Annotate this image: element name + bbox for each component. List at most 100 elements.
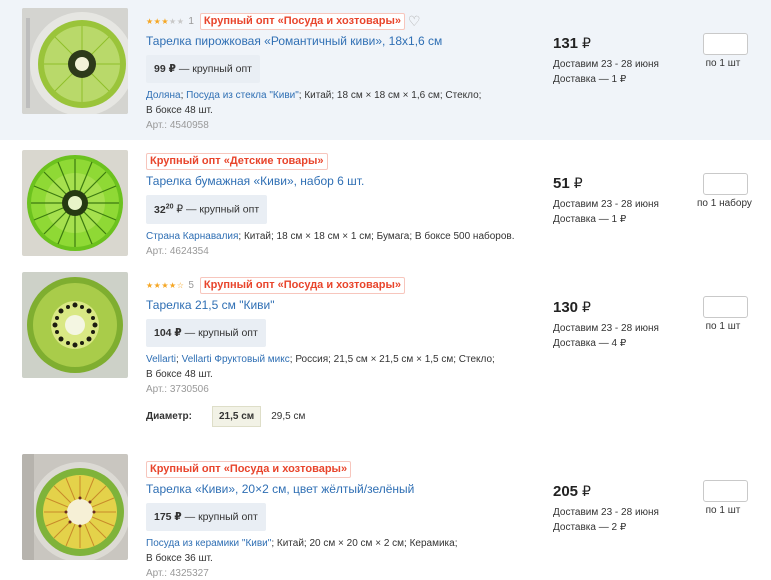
- price-value: 131: [553, 35, 579, 52]
- product-row: ★ ★ ★ ★ ☆ 5 Крупный опт «Посуда и хозтов…: [0, 268, 771, 438]
- sku: Арт.: 4540958: [146, 120, 209, 131]
- wholesale-price-value: 3220: [154, 203, 173, 216]
- price-value: 205: [553, 483, 579, 500]
- product-attributes: Vellarti; Vellarti Фруктовый микс; Росси…: [146, 354, 495, 380]
- delivery-cost: Доставка — 1 ₽: [553, 214, 627, 225]
- delivery-date: Доставим 23 - 28 июня: [553, 199, 659, 210]
- unit-note: по 1 шт: [705, 321, 741, 332]
- unit-note: по 1 набору: [697, 198, 752, 209]
- diameter-option[interactable]: 29,5 см: [265, 407, 311, 426]
- star-icon: ★: [146, 280, 154, 290]
- product-image[interactable]: [22, 8, 128, 114]
- wholesale-price: 99 ₽ — крупный опт: [146, 55, 260, 83]
- delivery-date: Доставим 23 - 28 июня: [553, 59, 659, 70]
- product-image[interactable]: [22, 272, 128, 378]
- diameter-option-selected[interactable]: 21,5 см: [212, 406, 262, 427]
- star-icon: ★: [153, 16, 162, 26]
- wholesale-price-value: 104 ₽: [154, 327, 182, 339]
- review-count[interactable]: 1: [188, 16, 194, 27]
- badge-line: Крупный опт «Детские товары»: [146, 152, 536, 170]
- wholesale-badge[interactable]: Крупный опт «Посуда и хозтовары»: [146, 460, 352, 478]
- rating-stars: ★ ★ ★ ★ ★: [146, 17, 184, 26]
- series-link[interactable]: Vellarti Фруктовый микс: [182, 354, 290, 365]
- product-attributes: Посуда из керамики "Киви"; Китай; 20 см …: [146, 536, 536, 566]
- product-attributes: Доляна; Посуда из стекла "Киви"; Китай; …: [146, 90, 482, 116]
- delivery-date: Доставим 23 - 28 июня: [553, 323, 659, 334]
- box-quantity: В боксе 48 шт.: [146, 369, 213, 380]
- star-icon: ★: [176, 16, 185, 26]
- wholesale-price: 104 ₽ — крупный опт: [146, 319, 266, 347]
- attr-text: ; Китай; 18 см × 18 см × 1,6 см; Стекло;: [298, 90, 482, 101]
- sku: Арт.: 3730506: [146, 384, 209, 395]
- wholesale-price: 175 ₽ — крупный опт: [146, 503, 266, 531]
- box-quantity: В боксе 36 шт.: [146, 553, 213, 564]
- star-half-icon: ☆: [176, 280, 185, 290]
- heart-icon[interactable]: ♡: [408, 14, 421, 28]
- rating-stars: ★ ★ ★ ★ ☆: [146, 281, 184, 290]
- delivery-cost: Доставка — 1 ₽: [553, 74, 627, 85]
- wholesale-badge[interactable]: Крупный опт «Посуда и хозтовары»: [199, 276, 405, 294]
- product-title[interactable]: Тарелка бумажная «Киви», набор 6 шт.: [146, 173, 536, 189]
- price: 131 ₽: [553, 34, 683, 53]
- sku: Арт.: 4325327: [146, 568, 209, 579]
- sku: Арт.: 4624354: [146, 245, 209, 257]
- delivery-cost: Доставка — 2 ₽: [553, 522, 627, 533]
- price-value: 51: [553, 175, 570, 192]
- product-title[interactable]: Тарелка 21,5 см "Киви": [146, 297, 536, 313]
- price: 51 ₽: [553, 174, 683, 193]
- wholesale-price-currency: ₽: [173, 203, 184, 216]
- product-attributes: Страна Карнавалия; Китай; 18 см × 18 см …: [146, 229, 536, 244]
- price-main: 32: [154, 203, 166, 216]
- star-icon: ★: [153, 280, 162, 290]
- brand-link[interactable]: Доляна: [146, 90, 181, 101]
- box-quantity: В боксе 48 шт.: [146, 105, 213, 116]
- brand-link[interactable]: Страна Карнавалия: [146, 231, 238, 242]
- star-icon: ★: [161, 16, 170, 26]
- quantity-input[interactable]: [703, 173, 748, 195]
- currency: ₽: [582, 483, 591, 499]
- currency: ₽: [582, 299, 591, 315]
- product-row: ★ ★ ★ ★ ★ 1 Крупный опт «Посуда и хозтов…: [0, 0, 771, 140]
- rating-line: ★ ★ ★ ★ ☆ 5 Крупный опт «Посуда и хозтов…: [146, 276, 536, 294]
- star-icon: ★: [169, 280, 177, 290]
- wholesale-price-label: — крупный опт: [183, 203, 260, 216]
- star-icon: ★: [161, 280, 170, 290]
- rating-line: ★ ★ ★ ★ ★ 1 Крупный опт «Посуда и хозтов…: [146, 12, 536, 30]
- quantity-input[interactable]: [703, 480, 748, 502]
- series-link[interactable]: Посуда из стекла "Киви": [186, 90, 299, 101]
- attr-text: ; Китай; 18 см × 18 см × 1 см; Бумага; В…: [238, 230, 515, 242]
- product-title[interactable]: Тарелка пирожковая «Романтичный киви», 1…: [146, 33, 536, 49]
- price: 130 ₽: [553, 298, 683, 317]
- wholesale-badge[interactable]: Крупный опт «Детские товары»: [146, 152, 328, 170]
- star-icon: ★: [169, 16, 177, 26]
- price-value: 130: [553, 299, 579, 316]
- product-title[interactable]: Тарелка «Киви», 20×2 см, цвет жёлтый/зел…: [146, 481, 536, 497]
- wholesale-price: 3220 ₽ — крупный опт: [146, 195, 268, 224]
- series-link[interactable]: Посуда из керамики "Киви": [146, 538, 271, 549]
- wholesale-price-value: 175 ₽: [154, 511, 182, 523]
- product-image[interactable]: [22, 150, 128, 256]
- wholesale-badge[interactable]: Крупный опт «Посуда и хозтовары»: [199, 12, 405, 30]
- unit-note: по 1 шт: [705, 505, 741, 516]
- delivery-date: Доставим 23 - 28 июня: [553, 507, 659, 518]
- currency: ₽: [582, 35, 591, 51]
- product-row: Крупный опт «Посуда и хозтовары» Тарелка…: [0, 452, 771, 580]
- quantity-input[interactable]: [703, 33, 748, 55]
- attr-text: ; Россия; 21,5 см × 21,5 см × 1,5 см; Ст…: [289, 354, 495, 365]
- diameter-selector: Диаметр: 21,5 см 29,5 см: [146, 406, 315, 427]
- product-image[interactable]: [22, 454, 128, 560]
- product-row: Крупный опт «Детские товары» Тарелка бум…: [0, 146, 771, 264]
- wholesale-price-label: — крупный опт: [181, 511, 258, 523]
- currency: ₽: [573, 175, 583, 191]
- badge-line: Крупный опт «Посуда и хозтовары»: [146, 460, 536, 478]
- diameter-label: Диаметр:: [146, 411, 192, 422]
- delivery-cost: Доставка — 4 ₽: [553, 338, 627, 349]
- star-icon: ★: [146, 16, 154, 26]
- attr-text: ; Китай; 20 см × 20 см × 2 см; Керамика;: [271, 538, 458, 549]
- review-count[interactable]: 5: [188, 280, 194, 291]
- wholesale-price-label: — крупный опт: [175, 63, 252, 75]
- wholesale-price-value: 99 ₽: [154, 63, 176, 75]
- brand-link[interactable]: Vellarti: [146, 354, 176, 365]
- unit-note: по 1 шт: [705, 58, 741, 69]
- quantity-input[interactable]: [703, 296, 748, 318]
